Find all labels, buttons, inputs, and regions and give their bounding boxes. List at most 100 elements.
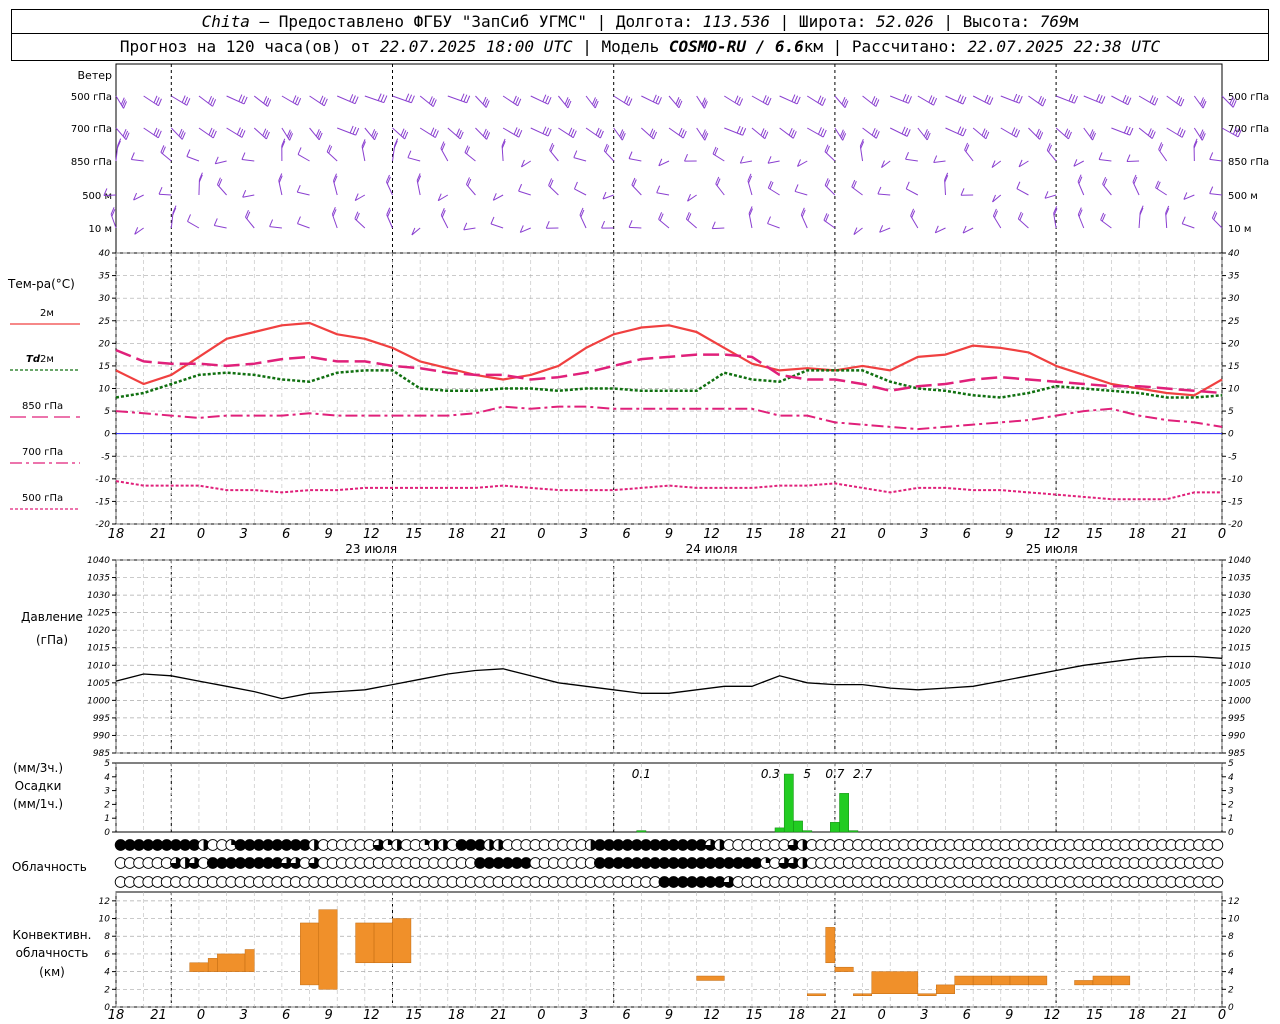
wind-barb-feather [547, 96, 552, 105]
pres-tick-label-left: 1015 [87, 644, 110, 654]
time-axis-top-tick-label: 12 [363, 527, 380, 542]
wind-level-label-left: 500 м [82, 191, 112, 202]
wind-barb-feather [986, 96, 991, 104]
time-axis-bottom-tick-label: 0 [1218, 1008, 1226, 1023]
wind-barb-feather [490, 216, 495, 225]
wind-barb-feather [157, 130, 162, 139]
wind-barb-feather [1181, 130, 1186, 138]
wind-barb-feather [1209, 152, 1214, 160]
temp-tick-label-right: 5 [1228, 407, 1234, 417]
precip-value-label: 2.7 [853, 767, 872, 781]
precip-tick-label-left: 0 [104, 828, 110, 838]
wind-barb-feather [820, 128, 825, 136]
wind-barb [361, 146, 366, 162]
wind-barb-feather [736, 125, 741, 134]
wind-barb-feather [1178, 97, 1183, 105]
wind-barb-feather [292, 95, 297, 103]
conv-bar [392, 918, 412, 964]
pres-tick-label-left: 1000 [87, 696, 110, 706]
wind-barb-feather [432, 128, 437, 137]
wind-barb-feather [432, 99, 437, 107]
wind-barb-feather [210, 97, 215, 105]
wind-barb-feather [762, 95, 767, 103]
precip-bar [839, 793, 849, 833]
precip-bar [830, 822, 840, 833]
legend-td2m-label-b: 2м [40, 354, 54, 365]
wind-barb-feather [460, 93, 465, 101]
wind-barb-feather [623, 95, 628, 103]
conv-bar [696, 975, 725, 981]
conv-bar [1009, 975, 1029, 986]
wind-barb-feather [1154, 98, 1159, 106]
conv-bar [862, 993, 873, 996]
wind-barb [933, 160, 946, 164]
time-axis-bottom-tick-label: 12 [363, 1008, 380, 1023]
conv-tick-label-left: 6 [104, 950, 110, 960]
time-axis-top-tick-label: 9 [665, 527, 673, 542]
wind-barb-feather [765, 96, 770, 104]
wind-barb-feather [1098, 152, 1103, 160]
wind-barb-feather [130, 152, 135, 160]
wind-barb [794, 190, 808, 196]
wind-barb [548, 185, 559, 196]
precip-tick-label-left: 1 [104, 814, 110, 824]
conv-unit: (км) [39, 965, 65, 979]
wind-barb-feather [466, 95, 471, 103]
wind-barb-feather [269, 219, 274, 227]
wind-barb [490, 223, 504, 229]
time-axis-top-tick-label: 3 [920, 527, 928, 542]
time-axis-top-tick-label: 6 [963, 527, 971, 542]
time-axis-bottom-tick-label: 12 [1044, 1008, 1061, 1023]
wind-barb-feather [158, 98, 162, 106]
wind-barb [475, 95, 487, 108]
wind-barb [1182, 223, 1195, 229]
wind-barb [297, 154, 310, 162]
wind-barb-feather [512, 95, 517, 104]
wind-barb-feather [513, 127, 518, 135]
time-axis-bottom-tick-label: 18 [1129, 1008, 1146, 1023]
precip-unit-1h: (мм/1ч.) [13, 797, 63, 811]
precip-value-label: 0.3 [761, 767, 780, 781]
wind-barb [1099, 158, 1112, 162]
wind-barb-feather [238, 94, 243, 102]
pres-tick-label-right: 990 [1228, 731, 1245, 741]
wind-barb-feather [819, 96, 824, 105]
wind-barb-feather [463, 222, 468, 231]
wind-barb [518, 190, 531, 196]
wind-barb-feather [377, 93, 382, 101]
meteogram: Ветер 500 гПа 500 гПа 700 гПа 700 гПа 850 гПа… [7, 63, 1269, 1023]
wind-barb-feather [547, 128, 552, 137]
wind-barb-feather [517, 98, 522, 107]
precip-tick-label-right: 3 [1228, 787, 1234, 797]
pres-tick-label-left: 1040 [87, 556, 110, 566]
pres-tick-label-left: 1035 [87, 574, 110, 584]
time-axis-bottom-tick-label: 9 [1005, 1008, 1013, 1023]
time-axis-top-tick-label: 0 [197, 527, 205, 542]
wind-barb-feather [1181, 216, 1186, 224]
wind-barb-feather [383, 95, 388, 103]
conv-bar [871, 971, 919, 994]
wind-barb-feather [877, 186, 882, 195]
time-axis-top-tick-label: 18 [108, 527, 125, 542]
wind-barb-feather [518, 130, 523, 138]
wind-barb [905, 158, 918, 162]
pres-tick-label-left: 1020 [87, 626, 110, 636]
precip-value-label: 0.7 [825, 767, 844, 781]
wind-barb-feather [767, 156, 772, 164]
wind-barb-feather [1071, 94, 1076, 103]
wind-barb-feather [875, 99, 880, 107]
wind-barb [331, 214, 338, 229]
precip-tick-label-right: 0 [1228, 828, 1234, 838]
wind-barb-feather [243, 96, 248, 105]
wind-barb-feather [960, 188, 965, 196]
wind-barb-feather [1177, 127, 1182, 135]
wind-barb-feather [794, 95, 799, 103]
wind-barb-feather [794, 184, 799, 192]
conv-tick-label-left: 0 [104, 1003, 110, 1013]
wind-barb-feather [212, 99, 217, 107]
wind-barb-feather [597, 129, 602, 137]
wind-barb-feather [430, 97, 435, 106]
wind-barb-feather [349, 125, 354, 134]
pres-tick-label-right: 1035 [1228, 574, 1251, 584]
wind-barb-feather [657, 97, 662, 105]
